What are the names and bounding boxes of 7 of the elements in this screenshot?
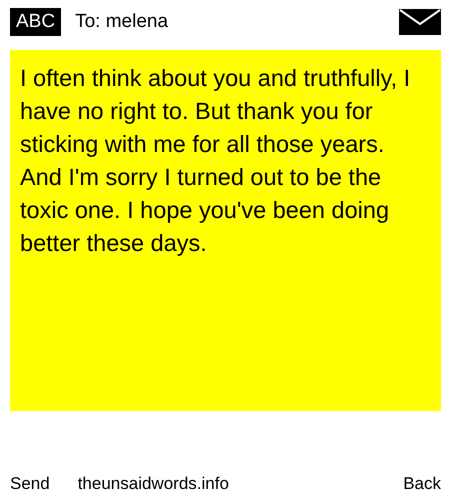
send-softkey[interactable]: Send <box>10 474 50 494</box>
recipient-label: To: melena <box>75 11 168 33</box>
message-text-area[interactable]: I often think about you and truthfully, I have no right to. But thank you for sticking with me for all those years. And I'm sorry I turned out to be the toxic one. I hope you've been doing better these days. <box>10 50 441 411</box>
envelope-icon <box>399 9 441 35</box>
back-softkey[interactable]: Back <box>403 474 441 494</box>
website-label: theunsaidwords.info <box>78 474 229 494</box>
input-mode-badge: ABC <box>10 8 62 36</box>
